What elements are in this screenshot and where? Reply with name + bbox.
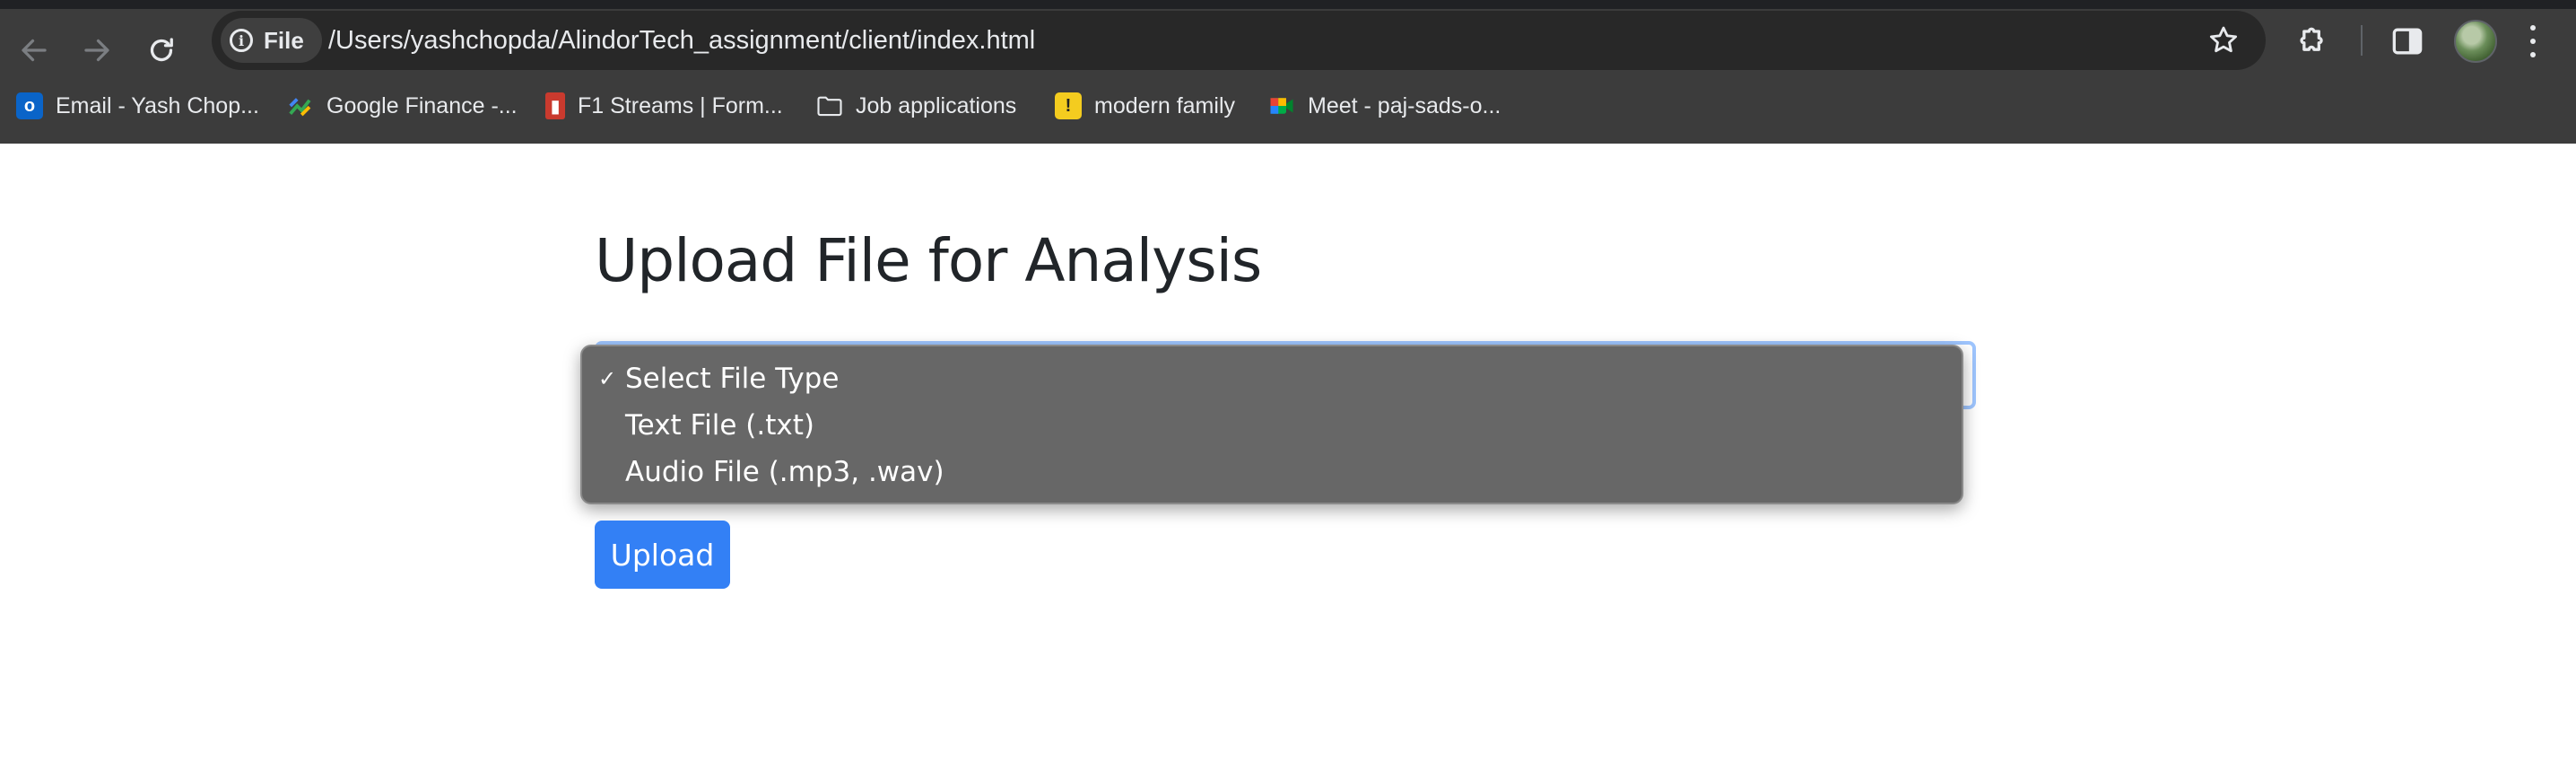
bookmark-label: Email - Yash Chop... xyxy=(56,92,259,118)
info-icon: i xyxy=(230,29,253,52)
google-meet-icon xyxy=(1268,92,1295,119)
outlook-icon: o xyxy=(16,92,43,119)
browser-chrome: i File /Users/yashchopda/AlindorTech_ass… xyxy=(0,0,2576,144)
bookmark-label: Google Finance -... xyxy=(326,92,518,118)
reload-button[interactable] xyxy=(133,22,190,79)
bookmark-modern-family[interactable]: ! modern family xyxy=(1055,84,1235,127)
bookmarks-bar: o Email - Yash Chop... Google Finance -.… xyxy=(0,84,2576,127)
check-icon: ✓ xyxy=(598,366,617,391)
bookmark-job-applications[interactable]: Job applications xyxy=(816,84,1016,127)
tab-strip xyxy=(0,0,2576,9)
side-panel-icon[interactable] xyxy=(2388,22,2427,61)
arrow-left-icon xyxy=(22,39,47,62)
kebab-menu-icon[interactable] xyxy=(2524,22,2542,61)
back-button[interactable] xyxy=(5,22,63,79)
google-finance-icon xyxy=(287,92,314,119)
option-select-file-type[interactable]: Select File Type xyxy=(625,355,839,402)
arrow-right-icon xyxy=(84,39,109,62)
toolbar-divider xyxy=(2361,25,2363,56)
bookmark-label: F1 Streams | Form... xyxy=(578,92,783,118)
url-text[interactable]: /Users/yashchopda/AlindorTech_assignment… xyxy=(328,11,1035,70)
address-bar[interactable]: i File /Users/yashchopda/AlindorTech_ass… xyxy=(212,11,2266,70)
file-type-dropdown-menu: ✓ Select File Type Text File (.txt) Audi… xyxy=(580,345,1963,504)
reload-icon xyxy=(150,38,173,62)
f1-icon: ▮ xyxy=(545,92,565,119)
profile-avatar[interactable] xyxy=(2454,20,2497,63)
bookmark-email[interactable]: o Email - Yash Chop... xyxy=(16,84,259,127)
bookmark-meet[interactable]: Meet - paj-sads-o... xyxy=(1268,84,1501,127)
bookmark-google-finance[interactable]: Google Finance -... xyxy=(287,84,518,127)
bookmark-label: modern family xyxy=(1094,92,1235,118)
star-icon[interactable] xyxy=(2206,23,2241,57)
bookmark-f1-streams[interactable]: ▮ F1 Streams | Form... xyxy=(545,84,783,127)
extensions-icon[interactable] xyxy=(2293,22,2332,61)
upload-button[interactable]: Upload xyxy=(595,521,730,589)
exclamation-icon: ! xyxy=(1055,92,1082,119)
url-scheme-label: File xyxy=(264,26,304,54)
forward-button[interactable] xyxy=(68,22,126,79)
option-text-file[interactable]: Text File (.txt) xyxy=(625,402,814,449)
site-info-chip[interactable]: i File xyxy=(221,18,322,63)
bookmark-label: Job applications xyxy=(856,92,1017,118)
bookmark-label: Meet - paj-sads-o... xyxy=(1308,92,1501,118)
folder-icon xyxy=(816,92,843,119)
page-title: Upload File for Analysis xyxy=(595,226,1262,295)
option-audio-file[interactable]: Audio File (.mp3, .wav) xyxy=(625,449,944,495)
